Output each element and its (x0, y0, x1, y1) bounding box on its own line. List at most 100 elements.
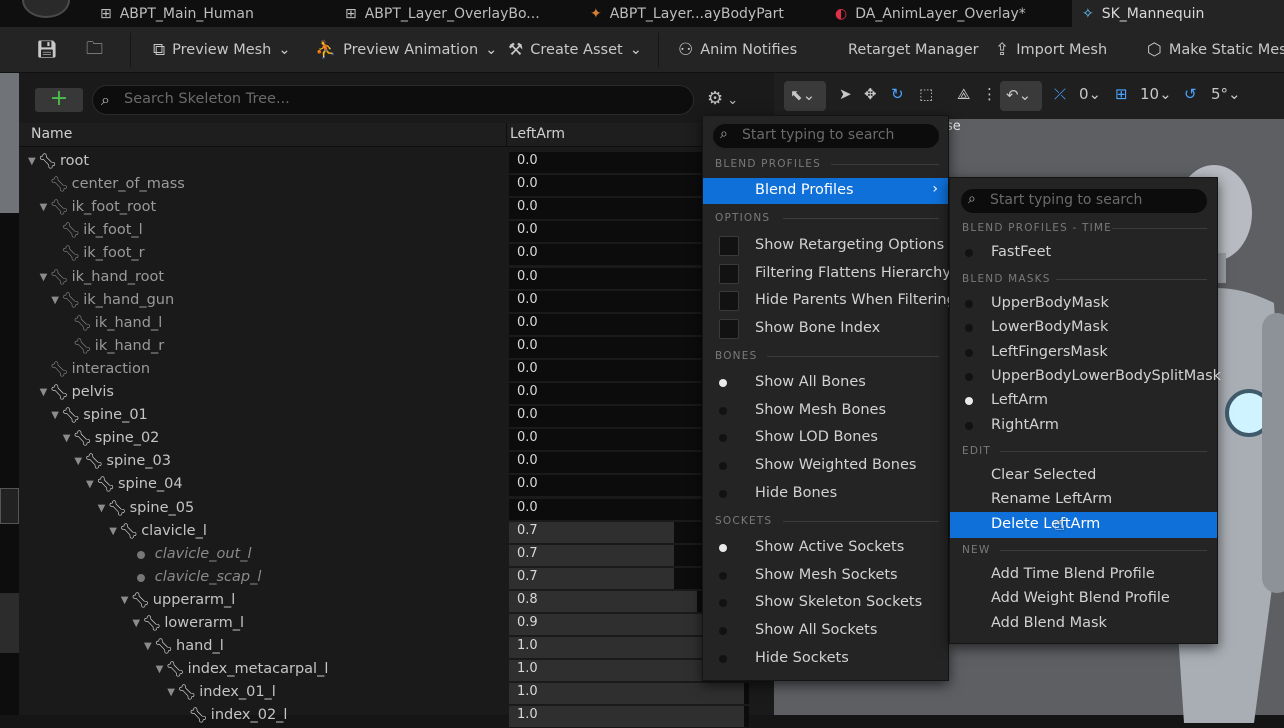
tree-row-root[interactable]: ▼ 🦴︎ root 0.0 (19, 151, 774, 174)
blend-weight-value[interactable]: 0.0 (517, 176, 538, 191)
expand-arrow-icon[interactable]: ▼ (51, 410, 59, 421)
expand-arrow-icon[interactable]: ▼ (98, 503, 106, 514)
import-mesh-button[interactable]: ⇪ Import Mesh (995, 27, 1107, 73)
preview-mesh-button[interactable]: ⧉ Preview Mesh ⌄ (153, 27, 291, 73)
sockets-show-mesh-sockets[interactable]: Show Mesh Sockets (703, 563, 948, 589)
sockets-show-active-sockets[interactable]: Show Active Sockets (703, 535, 948, 561)
tab-abpt-layer-bodypart[interactable]: ✦ ABPT_Layer...ayBodyPart (590, 0, 784, 27)
rotation-snap-value[interactable]: 5°⌄ (1211, 85, 1241, 103)
tab-abpt-main-human[interactable]: ⊞ ABPT_Main_Human (100, 0, 254, 27)
tree-row-clavicle-out-l[interactable]: clavicle_out_l 0.7 (19, 544, 774, 567)
tree-row-index-metacarpal-l[interactable]: ▼ 🦴︎ index_metacarpal_l 1.0 (19, 659, 774, 682)
blend-weight-value[interactable]: 0.0 (517, 361, 538, 376)
blend-weight-value[interactable]: 0.0 (517, 430, 538, 445)
blend-weight-value[interactable]: 0.0 (517, 500, 538, 515)
settings-gear-button[interactable]: ⚙ ⌄ (707, 88, 738, 109)
expand-arrow-icon[interactable]: ▼ (63, 433, 71, 444)
blend-weight-value[interactable]: 0.7 (517, 523, 538, 538)
blend-weight-value[interactable]: 0.0 (517, 199, 538, 214)
skeleton-search-input[interactable]: ⌕ Search Skeleton Tree... (92, 85, 694, 115)
expand-arrow-icon[interactable]: ▼ (109, 526, 117, 537)
option-show-bone-index[interactable]: Show Bone Index (703, 316, 948, 342)
expand-arrow-icon[interactable]: ▼ (121, 595, 129, 606)
blend-weight-value[interactable]: 0.0 (517, 245, 538, 260)
more-options-icon[interactable]: ⋮ (982, 85, 997, 103)
blend-weight-value[interactable]: 0.0 (517, 453, 538, 468)
bones-show-weighted-bones[interactable]: Show Weighted Bones (703, 453, 948, 479)
blend-weight-value[interactable]: 1.0 (517, 638, 538, 653)
tree-row-upperarm-l[interactable]: ▼ 🦴︎ upperarm_l 0.8 (19, 590, 774, 613)
sockets-show-all-sockets[interactable]: Show All Sockets (703, 618, 948, 644)
sockets-hide-sockets[interactable]: Hide Sockets (703, 646, 948, 672)
tree-row-spine-03[interactable]: ▼ 🦴︎ spine_03 0.0 (19, 451, 774, 474)
blend-weight-value[interactable]: 0.0 (517, 292, 538, 307)
anim-notifies-button[interactable]: ⚇ Anim Notifies (678, 27, 797, 73)
tree-row-clavicle-l[interactable]: ▼ 🦴︎ clavicle_l 0.7 (19, 521, 774, 544)
option-hide-parents-when-filtering[interactable]: Hide Parents When Filtering (703, 288, 956, 314)
tree-row-ik-hand-l[interactable]: 🦴︎ ik_hand_l 0.0 (19, 313, 774, 336)
rotation-snap-icon[interactable]: ↺ (1184, 85, 1197, 103)
tree-row-spine-05[interactable]: ▼ 🦴︎ spine_05 0.0 (19, 498, 774, 521)
tab-sk-mannequin[interactable]: ✧ SK_Mannequin (1072, 0, 1284, 27)
column-header-name[interactable]: Name (31, 126, 72, 142)
add-button[interactable]: + (35, 88, 83, 112)
checkbox[interactable] (719, 263, 739, 284)
blend-weight-value[interactable]: 0.0 (517, 338, 538, 353)
blend-weight-value[interactable]: 0.7 (517, 546, 538, 561)
new-add-weight-blend-profile[interactable]: Add Weight Blend Profile (950, 586, 1217, 612)
blend-weight-value[interactable]: 0.7 (517, 569, 538, 584)
mask-leftarm[interactable]: LeftArm (950, 388, 1217, 414)
tree-row-ik-foot-l[interactable]: 🦴︎ ik_foot_l 0.0 (19, 220, 774, 243)
retarget-manager-button[interactable]: Retarget Manager (848, 27, 979, 73)
blend-weight-value[interactable]: 0.0 (517, 476, 538, 491)
tree-row-spine-02[interactable]: ▼ 🦴︎ spine_02 0.0 (19, 428, 774, 451)
bones-show-all-bones[interactable]: Show All Bones (703, 370, 948, 396)
tree-row-lowerarm-l[interactable]: ▼ 🦴︎ lowerarm_l 0.9 (19, 613, 774, 636)
tree-row-spine-04[interactable]: ▼ 🦴︎ spine_04 0.0 (19, 474, 774, 497)
expand-arrow-icon[interactable]: ▼ (156, 664, 164, 675)
mask-upperbodymask[interactable]: UpperBodyMask (950, 291, 1217, 317)
tree-row-ik-foot-root[interactable]: ▼ 🦴︎ ik_foot_root 0.0 (19, 197, 774, 220)
bones-show-mesh-bones[interactable]: Show Mesh Bones (703, 398, 948, 424)
blend-profile-search-input[interactable]: ⌕ Start typing to search (961, 189, 1207, 213)
tree-row-ik-hand-r[interactable]: 🦴︎ ik_hand_r 0.0 (19, 336, 774, 359)
options-search-input[interactable]: ⌕ Start typing to search (713, 124, 939, 148)
save-button[interactable]: 💾︎ (36, 27, 58, 73)
bones-show-lod-bones[interactable]: Show LOD Bones (703, 425, 948, 451)
make-static-mesh-button[interactable]: ⬡ Make Static Mes (1147, 27, 1284, 73)
browse-button[interactable]: 🗀 (86, 27, 103, 73)
grid-snap-value[interactable]: 10⌄ (1140, 85, 1172, 103)
expand-arrow-icon[interactable]: ▼ (74, 456, 82, 467)
angle-snap-value[interactable]: 0⌄ (1079, 85, 1101, 103)
expand-arrow-icon[interactable]: ▼ (40, 272, 48, 283)
angle-snap-toggle-icon[interactable]: ⤫ (1054, 85, 1066, 103)
select-icon[interactable]: ➤ (839, 85, 852, 103)
new-add-blend-mask[interactable]: Add Blend Mask (950, 611, 1217, 637)
new-add-time-blend-profile[interactable]: Add Time Blend Profile (950, 562, 1217, 588)
mask-lowerbodymask[interactable]: LowerBodyMask (950, 315, 1217, 341)
bones-hide-bones[interactable]: Hide Bones (703, 481, 948, 507)
mask-leftfingersmask[interactable]: LeftFingersMask (950, 340, 1217, 366)
blend-weight-value[interactable]: 0.0 (517, 269, 538, 284)
tab-da-animlayer-overlay[interactable]: ◐ DA_AnimLayer_Overlay* (835, 0, 1026, 27)
tree-row-index-01-l[interactable]: ▼ 🦴︎ index_01_l 1.0 (19, 682, 774, 705)
preview-animation-button[interactable]: ⛹ Preview Animation ⌄ (315, 27, 497, 73)
expand-arrow-icon[interactable]: ▼ (51, 295, 59, 306)
unreal-logo-icon[interactable] (22, 0, 70, 18)
translate-icon[interactable]: ✥ (864, 85, 877, 103)
tree-row-ik-hand-root[interactable]: ▼ 🦴︎ ik_hand_root 0.0 (19, 267, 774, 290)
tree-row-hand-l[interactable]: ▼ 🦴︎ hand_l 1.0 (19, 636, 774, 659)
tree-row-pelvis[interactable]: ▼ 🦴︎ pelvis 0.0 (19, 382, 774, 405)
checkbox[interactable] (719, 319, 739, 340)
grid-snap-icon[interactable]: ⊞ (1115, 85, 1128, 103)
tree-row-ik-hand-gun[interactable]: ▼ 🦴︎ ik_hand_gun 0.0 (19, 290, 774, 313)
expand-arrow-icon[interactable]: ▼ (86, 479, 94, 490)
sockets-show-skeleton-sockets[interactable]: Show Skeleton Sockets (703, 590, 948, 616)
tree-row-center-of-mass[interactable]: 🦴︎ center_of_mass 0.0 (19, 174, 774, 197)
expand-arrow-icon[interactable]: ▼ (40, 387, 48, 398)
surface-snap-button[interactable]: ↶⌄ (1000, 81, 1042, 111)
blend-weight-value[interactable]: 0.0 (517, 315, 538, 330)
expand-arrow-icon[interactable]: ▼ (167, 687, 175, 698)
blend-profiles-submenu-item[interactable]: Blend Profiles › (703, 178, 948, 204)
tree-row-clavicle-scap-l[interactable]: clavicle_scap_l 0.7 (19, 567, 774, 590)
